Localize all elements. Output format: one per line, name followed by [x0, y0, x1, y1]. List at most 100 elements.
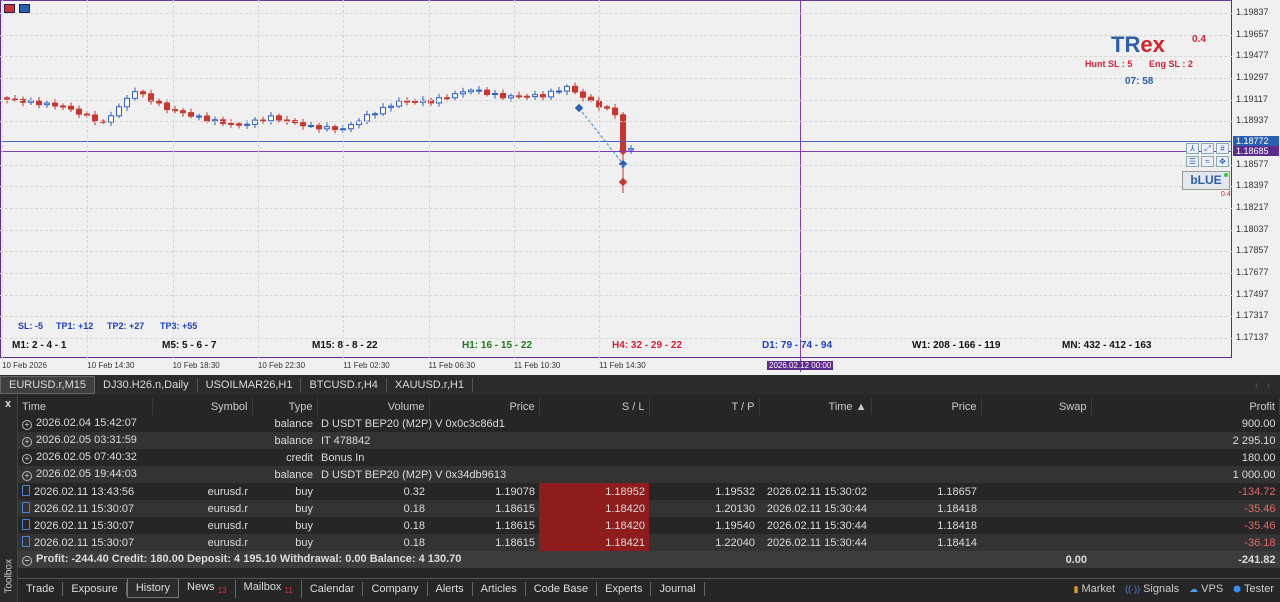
close-time-cell: 2026.02.11 15:30:44	[759, 517, 871, 534]
symbol-tab-dj30[interactable]: DJ30.H26.n,Daily	[95, 378, 198, 392]
table-row[interactable]: +2026.02.04 15:42:07 balance D USDT BEP20 …	[18, 415, 1280, 432]
time-tick-label: 11 Feb 10:30	[513, 361, 561, 370]
expand-icon[interactable]: +	[22, 471, 32, 481]
candle	[412, 100, 418, 103]
blue-button[interactable]: bLUE	[1182, 171, 1230, 190]
crosshair-horizontal	[0, 151, 1232, 152]
expand-tool-icon[interactable]: ⤢	[1201, 143, 1214, 154]
table-row[interactable]: +2026.02.05 19:44:03 balance D USDT BEP20 …	[18, 466, 1280, 483]
gridline	[0, 121, 1232, 123]
column-header[interactable]: Price	[871, 398, 982, 415]
tf-d1: D1: 79 - 74 - 94	[762, 340, 833, 351]
profit-cell: -36.18	[1091, 534, 1280, 551]
close-price-cell: 1.18418	[871, 500, 981, 517]
summary-cell: − Profit: -244.40 Credit: 180.00 Deposit:…	[18, 551, 981, 568]
tab-company[interactable]: Company	[363, 581, 428, 596]
expand-icon[interactable]: +	[22, 454, 32, 464]
panel-tool-buttons: ⅄ ⤢ # ☰ ≈ ✥	[1186, 143, 1229, 167]
column-header[interactable]: Price	[429, 398, 540, 415]
position-icon	[22, 536, 30, 547]
symbol-tab-xauusd[interactable]: XAUUSD.r,H1	[387, 378, 473, 392]
table-row[interactable]: +2026.02.05 07:40:32 credit Bonus In 180.00	[18, 449, 1280, 466]
candle	[612, 107, 618, 116]
type-cell: buy	[252, 517, 317, 534]
tab-journal[interactable]: Journal	[651, 581, 705, 596]
candle	[404, 100, 410, 103]
candle	[36, 100, 42, 106]
profit-cell: 2 295.10	[1091, 432, 1280, 449]
table-row[interactable]: 2026.02.11 15:30:07 eurusd.r buy 0.18 1.1861…	[18, 534, 1280, 551]
column-header[interactable]: Type	[252, 398, 318, 415]
chart-plot-area[interactable]	[0, 0, 1232, 358]
position-icon	[22, 502, 30, 513]
hunt-sl: Hunt SL : 5	[1085, 59, 1133, 69]
table-row[interactable]: 2026.02.11 15:30:07 eurusd.r buy 0.18 1.1861…	[18, 500, 1280, 517]
time-cell: +2026.02.05 19:44:03	[18, 466, 152, 483]
price-tick-label: 1.19837	[1236, 7, 1269, 17]
time-tick-label: 11 Feb 06:30	[428, 361, 476, 370]
candle	[396, 100, 402, 107]
candle	[300, 122, 306, 127]
column-header[interactable]: T / P	[649, 398, 760, 415]
status-signals[interactable]: ((·)) Signals	[1125, 583, 1179, 595]
tab-code-base[interactable]: Code Base	[526, 581, 598, 596]
tab-news[interactable]: News 13	[179, 579, 236, 598]
symbol-tab-btcusd[interactable]: BTCUSD.r,H4	[301, 378, 387, 392]
toolbox-label: Toolbox	[3, 559, 15, 594]
tab-scroll-arrows[interactable]: ‹ ›	[1255, 380, 1280, 391]
column-header[interactable]: Time ▲	[759, 398, 872, 415]
status-market[interactable]: ▮ Market	[1074, 583, 1116, 595]
symbol-tab-eurusd[interactable]: EURUSD.r,M15	[0, 376, 96, 394]
candle	[164, 102, 170, 111]
price-chart[interactable]: 1.18772 1.18685 1.19837 1.19657 1.19477 1.1…	[0, 0, 1280, 375]
grid-tool-icon[interactable]: #	[1216, 143, 1229, 154]
expand-icon[interactable]: +	[22, 437, 32, 447]
lines-tool-icon[interactable]: ☰	[1186, 156, 1199, 167]
candle	[508, 95, 514, 99]
column-header[interactable]: Symbol	[152, 398, 253, 415]
status-tester[interactable]: ⬢ Tester	[1233, 583, 1274, 595]
close-toolbox-button[interactable]: x	[5, 398, 11, 410]
collapse-icon[interactable]: −	[22, 556, 32, 566]
column-header[interactable]: Swap	[981, 398, 1092, 415]
move-tool-icon[interactable]: ✥	[1216, 156, 1229, 167]
candle	[476, 89, 482, 92]
tab-mailbox[interactable]: Mailbox 11	[236, 579, 302, 598]
candle	[276, 115, 282, 121]
column-header[interactable]: Profit	[1091, 398, 1280, 415]
expand-icon[interactable]: +	[22, 420, 32, 430]
column-header[interactable]: Time	[18, 398, 153, 415]
tab-trade[interactable]: Trade	[18, 581, 64, 596]
summary-row: − Profit: -244.40 Credit: 180.00 Deposit:…	[18, 551, 1280, 568]
status-vps[interactable]: ☁ VPS	[1189, 583, 1223, 595]
column-header[interactable]: S / L	[539, 398, 650, 415]
symbol-tab-usoil[interactable]: USOILMAR26,H1	[198, 378, 302, 392]
candle	[444, 97, 450, 100]
tab-exposure[interactable]: Exposure	[63, 581, 127, 596]
wave-tool-icon[interactable]: ≈	[1201, 156, 1214, 167]
type-cell: credit	[252, 449, 317, 466]
table-row[interactable]: 2026.02.11 13:43:56 eurusd.r buy 0.32 1.1907…	[18, 483, 1280, 500]
tab-articles[interactable]: Articles	[473, 581, 526, 596]
type-cell: balance	[252, 415, 317, 432]
gridline	[0, 273, 1232, 274]
price-cell: 1.18615	[429, 517, 539, 534]
trendline-tool-icon[interactable]: ⅄	[1186, 143, 1199, 154]
tab-alerts[interactable]: Alerts	[428, 581, 473, 596]
table-row[interactable]: 2026.02.11 15:30:07 eurusd.r buy 0.18 1.1861…	[18, 517, 1280, 534]
candle	[116, 106, 122, 117]
comment-cell: IT 478842	[317, 432, 1091, 449]
tab-history[interactable]: History	[126, 579, 180, 598]
column-header[interactable]: Volume	[317, 398, 430, 415]
tab-experts[interactable]: Experts	[597, 581, 652, 596]
time-cell: 2026.02.11 15:30:07	[18, 534, 152, 551]
price-tick-label: 1.18217	[1236, 202, 1269, 212]
volume-cell: 0.32	[317, 483, 429, 500]
candle	[460, 91, 466, 95]
table-row[interactable]: +2026.02.05 03:31:59 balance IT 478842 2 29…	[18, 432, 1280, 449]
candle	[196, 115, 202, 118]
price-tick-label: 1.17317	[1236, 310, 1269, 321]
gridline	[0, 56, 1232, 58]
tab-calendar[interactable]: Calendar	[302, 581, 364, 596]
volume-cell: 0.18	[317, 517, 429, 534]
